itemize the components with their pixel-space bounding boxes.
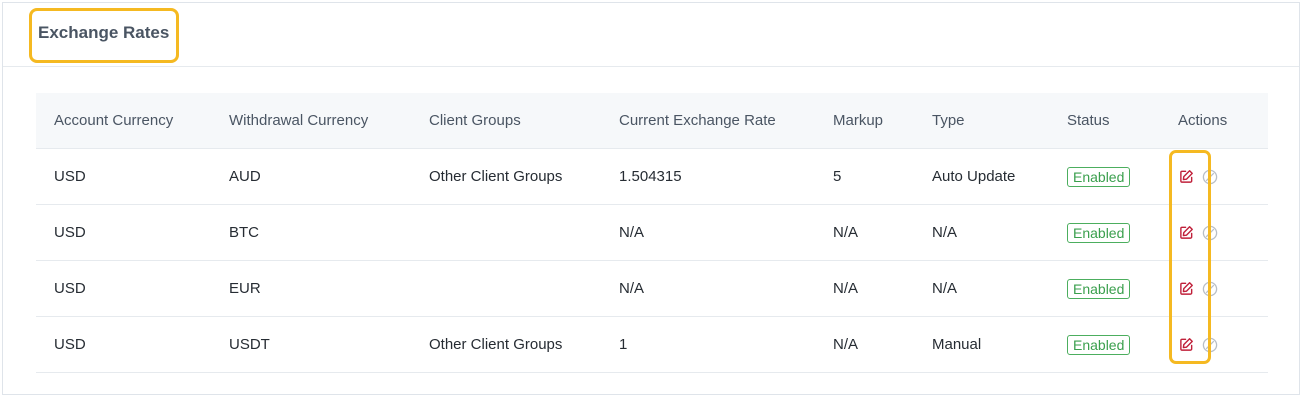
header-status: Status [1067, 112, 1110, 129]
status-badge: Enabled [1067, 166, 1131, 187]
markup-cell: 5 [833, 168, 842, 185]
account-currency-cell: USD [54, 280, 86, 297]
type-cell: Auto Update [932, 168, 1016, 185]
disable-icon[interactable] [1202, 225, 1218, 241]
account-currency-cell: USD [54, 336, 86, 353]
client-groups-cell: Other Client Groups [429, 336, 563, 353]
header-current-exchange-rate: Current Exchange Rate [619, 112, 776, 129]
status-badge: Enabled [1067, 334, 1131, 355]
status-cell: Enabled [1067, 317, 1131, 372]
exchange-rate-cell: N/A [619, 224, 645, 241]
client-groups-cell: Other Client Groups [429, 168, 563, 185]
markup-cell: N/A [833, 336, 859, 353]
type-cell: N/A [932, 224, 958, 241]
table-row: USD USDT Other Client Groups 1 N/A Manual Enab… [36, 317, 1268, 373]
markup-cell: N/A [833, 280, 859, 297]
card-header: Exchange Rates [3, 3, 1299, 67]
withdrawal-currency-cell: AUD [229, 168, 261, 185]
status-cell: Enabled [1067, 149, 1131, 204]
header-withdrawal-currency: Withdrawal Currency [229, 112, 369, 129]
withdrawal-currency-cell: EUR [229, 280, 261, 297]
edit-icon[interactable] [1178, 337, 1194, 353]
status-badge: Enabled [1067, 278, 1131, 299]
account-currency-cell: USD [54, 168, 86, 185]
table-row: USD BTC N/A N/A N/A Enabled [36, 205, 1268, 261]
edit-icon[interactable] [1178, 225, 1194, 241]
actions-cell [1178, 261, 1218, 316]
header-markup: Markup [833, 112, 884, 129]
table-header-row: Account Currency Withdrawal Currency Cli… [36, 93, 1268, 149]
disable-icon[interactable] [1202, 169, 1218, 185]
header-account-currency: Account Currency [54, 112, 174, 129]
edit-icon[interactable] [1178, 169, 1194, 185]
status-cell: Enabled [1067, 261, 1131, 316]
withdrawal-currency-cell: USDT [229, 336, 270, 353]
actions-cell [1178, 149, 1218, 204]
header-type: Type [932, 112, 965, 129]
exchange-rates-table: Account Currency Withdrawal Currency Cli… [36, 93, 1268, 373]
type-cell: Manual [932, 336, 982, 353]
exchange-rate-cell: 1.504315 [619, 168, 682, 185]
header-actions: Actions [1178, 112, 1228, 129]
table-row: USD EUR N/A N/A N/A Enabled [36, 261, 1268, 317]
type-cell: N/A [932, 280, 958, 297]
table-body: USD AUD Other Client Groups 1.504315 5 Auto U… [36, 149, 1268, 373]
disable-icon[interactable] [1202, 337, 1218, 353]
exchange-rate-cell: 1 [619, 336, 628, 353]
exchange-rate-cell: N/A [619, 280, 645, 297]
disable-icon[interactable] [1202, 281, 1218, 297]
status-cell: Enabled [1067, 205, 1131, 260]
actions-cell [1178, 205, 1218, 260]
edit-icon[interactable] [1178, 281, 1194, 297]
account-currency-cell: USD [54, 224, 86, 241]
markup-cell: N/A [833, 224, 859, 241]
table-row: USD AUD Other Client Groups 1.504315 5 Auto U… [36, 149, 1268, 205]
withdrawal-currency-cell: BTC [229, 224, 259, 241]
page-title: Exchange Rates [38, 23, 170, 42]
status-badge: Enabled [1067, 222, 1131, 243]
header-client-groups: Client Groups [429, 112, 521, 129]
actions-cell [1178, 317, 1218, 372]
